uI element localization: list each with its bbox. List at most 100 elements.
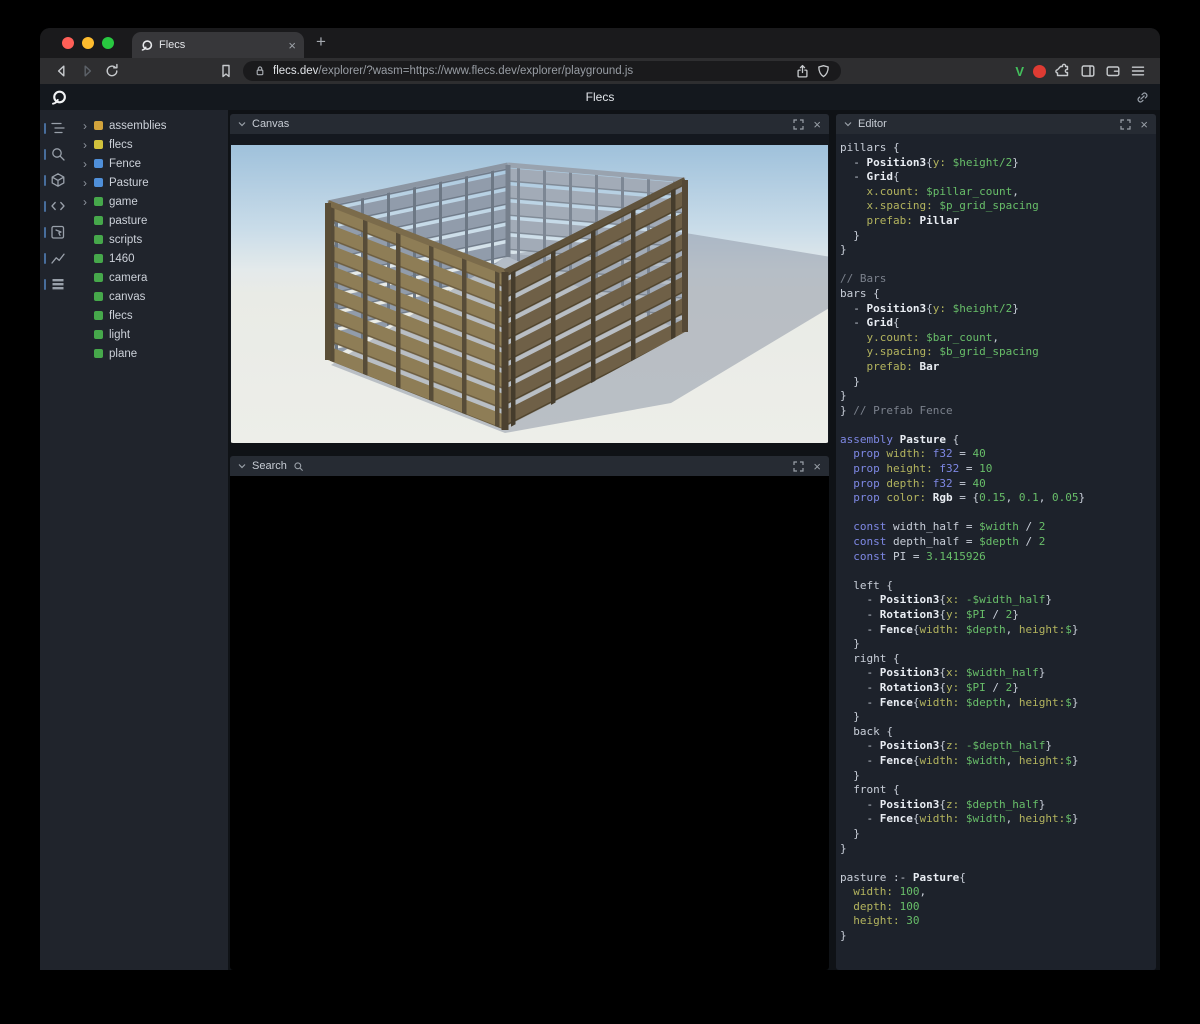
rail-components-button[interactable] — [40, 172, 76, 188]
code-line: - Grid{ — [840, 170, 1154, 185]
expand-arrow-icon[interactable]: › — [83, 158, 94, 170]
code-line — [840, 506, 1154, 521]
code-line: } — [840, 637, 1154, 652]
tree-item-canvas[interactable]: canvas — [76, 287, 228, 306]
code-line: x.spacing: $p_grid_spacing — [840, 199, 1154, 214]
close-panel-icon[interactable]: × — [813, 460, 821, 473]
code-line: const width_half = $width / 2 — [840, 520, 1154, 535]
rail-stats-button[interactable] — [40, 250, 76, 266]
rail-entity-tree-button[interactable] — [40, 120, 76, 136]
forward-icon[interactable] — [79, 63, 95, 79]
reload-icon[interactable] — [104, 63, 120, 79]
tree-item-game[interactable]: › game — [76, 192, 228, 211]
tree-item-scripts[interactable]: scripts — [76, 230, 228, 249]
tab-strip: Flecs × + — [40, 28, 1160, 58]
search-icon — [50, 146, 66, 162]
entity-label: flecs — [109, 310, 133, 322]
flecs-favicon-icon — [140, 39, 153, 52]
code-line: height: 30 — [840, 914, 1154, 929]
tree-item-Fence[interactable]: ›Fence — [76, 154, 228, 173]
extensions-puzzle-icon[interactable] — [1055, 63, 1071, 79]
code-line: } — [840, 929, 1154, 944]
expand-arrow-icon[interactable]: › — [83, 139, 94, 151]
tick — [44, 123, 46, 134]
entity-color-square — [94, 235, 103, 244]
close-panel-icon[interactable]: × — [813, 118, 821, 131]
brave-shield-icon[interactable] — [816, 64, 831, 79]
entity-label: canvas — [109, 291, 145, 303]
search-panel-title: Search — [252, 460, 287, 472]
canvas-panel-title: Canvas — [252, 118, 289, 130]
code-line: - Position3{y: $height/2} — [840, 156, 1154, 171]
tick — [44, 279, 46, 290]
tree-item-camera[interactable]: camera — [76, 268, 228, 287]
minimize-button[interactable] — [82, 37, 94, 49]
share-link-icon[interactable] — [1135, 90, 1150, 105]
tree-item-flecs[interactable]: › flecs — [76, 135, 228, 154]
code-line: right { — [840, 652, 1154, 667]
canvas-panel-header: Canvas × — [230, 114, 829, 134]
tree-item-Pasture[interactable]: ›Pasture — [76, 173, 228, 192]
entity-label: plane — [109, 348, 137, 360]
expand-arrow-icon[interactable]: › — [83, 196, 94, 208]
code-line: y.spacing: $b_grid_spacing — [840, 345, 1154, 360]
expand-arrow-icon[interactable]: › — [83, 177, 94, 189]
tab-close-icon[interactable]: × — [288, 39, 296, 52]
fullscreen-icon[interactable] — [1120, 119, 1131, 130]
collapse-chevron-icon[interactable] — [844, 120, 852, 128]
extension-v-icon[interactable]: V — [1015, 64, 1024, 79]
code-line: prop color: Rgb = {0.15, 0.1, 0.05} — [840, 491, 1154, 506]
menu-icon[interactable] — [1130, 63, 1146, 79]
rail-code-button[interactable] — [40, 198, 76, 214]
bookmark-icon[interactable] — [218, 63, 234, 79]
search-panel: Search × — [230, 456, 829, 970]
share-icon[interactable] — [795, 64, 810, 79]
editor-panel: Editor × pillars { - Position3{y: $heigh… — [836, 114, 1156, 970]
app-header: Flecs — [40, 84, 1160, 110]
back-icon[interactable] — [54, 63, 70, 79]
entity-label: game — [109, 196, 138, 208]
canvas-panel: Canvas × — [230, 114, 829, 443]
code-line: - Position3{z: -$depth_half} — [840, 739, 1154, 754]
lock-icon — [253, 64, 267, 78]
tick — [44, 149, 46, 160]
browser-tab[interactable]: Flecs × — [132, 32, 304, 58]
code-line — [840, 418, 1154, 433]
collapse-chevron-icon[interactable] — [238, 462, 246, 470]
close-panel-icon[interactable]: × — [1140, 118, 1148, 131]
new-tab-button[interactable]: + — [316, 32, 326, 52]
rail-inspector-button[interactable] — [40, 224, 76, 240]
sidebar-icon[interactable] — [1080, 63, 1096, 79]
tick — [44, 201, 46, 212]
tree-item-plane[interactable]: plane — [76, 344, 228, 363]
rail-tables-button[interactable] — [40, 276, 76, 292]
url-bar[interactable]: flecs.dev/explorer/?wasm=https://www.fle… — [243, 61, 841, 81]
tree-item-pasture[interactable]: pasture — [76, 211, 228, 230]
extension-red-icon[interactable] — [1033, 65, 1046, 78]
fullscreen-icon[interactable] — [793, 461, 804, 472]
collapse-chevron-icon[interactable] — [238, 120, 246, 128]
entity-label: flecs — [109, 139, 133, 151]
tree-item-assemblies[interactable]: ›assemblies — [76, 116, 228, 135]
code-content: pillars { - Position3{y: $height/2} - Gr… — [840, 141, 1154, 944]
canvas-3d-view[interactable] — [231, 145, 828, 443]
code-line: - Rotation3{y: $PI / 2} — [840, 681, 1154, 696]
code-line: width: 100, — [840, 885, 1154, 900]
fullscreen-icon[interactable] — [793, 119, 804, 130]
expand-arrow-icon[interactable]: › — [83, 120, 94, 132]
entity-label: camera — [109, 272, 147, 284]
entity-color-square — [94, 121, 103, 130]
wallet-icon[interactable] — [1105, 63, 1121, 79]
tree-item-light[interactable]: light — [76, 325, 228, 344]
tree-item-1460[interactable]: 1460 — [76, 249, 228, 268]
entity-color-square — [94, 159, 103, 168]
code-line: - Position3{x: $width_half} — [840, 666, 1154, 681]
entity-color-square — [94, 254, 103, 263]
zoom-button[interactable] — [102, 37, 114, 49]
rail-search-button[interactable] — [40, 146, 76, 162]
tree-item-flecs[interactable]: flecs — [76, 306, 228, 325]
code-line: } — [840, 243, 1154, 258]
entity-tree-icon — [50, 120, 66, 136]
code-editor[interactable]: pillars { - Position3{y: $height/2} - Gr… — [836, 134, 1156, 970]
close-button[interactable] — [62, 37, 74, 49]
